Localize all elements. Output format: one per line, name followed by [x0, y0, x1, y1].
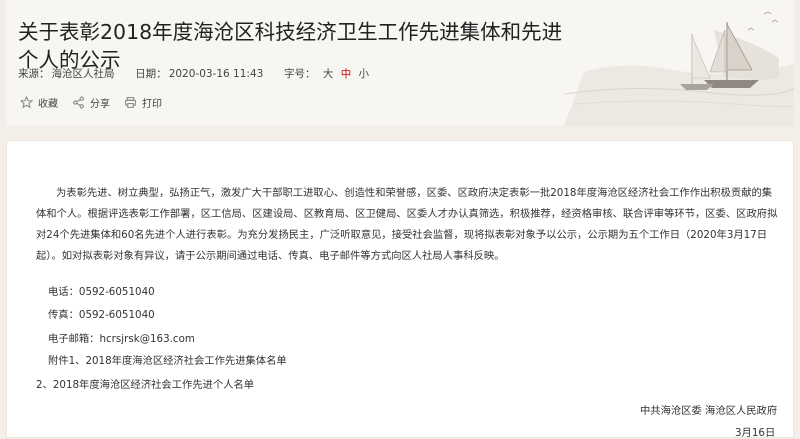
article-actions: 收藏 分享 打印 [20, 95, 176, 110]
article-body: 为表彰先进、树立典型，弘扬正气，激发广大干部职工进取心、创造性和荣誉感，区委、区… [6, 140, 794, 439]
signature: 中共海沧区委 海沧区人民政府 [640, 405, 778, 417]
sailboat-landscape-illustration [564, 11, 794, 126]
body-paragraph: 为表彰先进、树立典型，弘扬正气，激发广大干部职工进取心、创造性和荣誉感，区委、区… [36, 187, 778, 262]
font-size-large-button[interactable]: 大 [323, 68, 334, 80]
source-label: 来源： [18, 68, 50, 80]
date-value: 2020-03-16 11:43 [168, 68, 264, 80]
font-size-small-button[interactable]: 小 [359, 68, 370, 80]
print-label: 打印 [142, 99, 162, 110]
contact-fax: 传真：0592-6051040 [48, 309, 155, 321]
font-size-label: 字号： [284, 68, 316, 80]
favorite-label: 收藏 [38, 99, 58, 110]
signature-date: 3月16日 [735, 427, 776, 439]
share-icon [73, 96, 84, 109]
attachment-link-1[interactable]: 附件1、2018年度海沧区经济社会工作先进集体名单 [48, 352, 287, 367]
date-label: 日期： [135, 68, 167, 80]
article-header: 关于表彰2018年度海沧区科技经济卫生工作先进集体和先进个人的公示 来源： 海沧区… [6, 0, 794, 126]
contact-email: 电子邮箱：hcrsjrsk@163.com [48, 333, 195, 345]
contact-phone: 电话：0592-6051040 [48, 286, 155, 298]
article-meta: 来源： 海沧区人社局 日期： 2020-03-16 11:43 字号： 大 中 小 [18, 66, 371, 81]
font-size-medium-button[interactable]: 中 [341, 68, 352, 80]
source-value: 海沧区人社局 [51, 68, 115, 80]
star-icon [20, 96, 33, 109]
favorite-button[interactable]: 收藏 [20, 95, 58, 110]
printer-icon [125, 97, 136, 108]
share-button[interactable]: 分享 [72, 95, 110, 110]
share-label: 分享 [90, 99, 110, 110]
print-button[interactable]: 打印 [124, 95, 162, 110]
attachment-link-2[interactable]: 2、2018年度海沧区经济社会工作先进个人名单 [36, 376, 254, 391]
